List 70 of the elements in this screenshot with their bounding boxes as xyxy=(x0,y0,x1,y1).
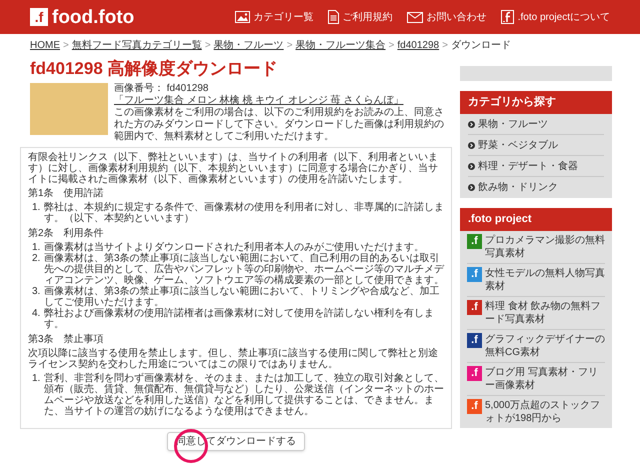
nav-link[interactable]: カテゴリー覧 xyxy=(234,10,314,24)
breadcrumb-separator: > xyxy=(442,38,448,52)
f-logo-badge: .f xyxy=(467,300,482,315)
breadcrumb-separator: > xyxy=(388,38,394,52)
project-link[interactable]: .f プロカメラマン撮影の無料写真素材 xyxy=(467,231,605,264)
project-link[interactable]: .f 5,000万点超のストックフォトが198円から xyxy=(467,396,605,428)
project-label: 5,000万点超のストックフォトが198円から xyxy=(485,399,602,425)
project-link[interactable]: .f 女性モデルの無料人物写真素材 xyxy=(467,264,605,297)
terms-paragraph: 有限会社リンクス（以下、弊社といいます）は、当サイトの利用者（以下、利用者といいます）に対し、画像素材利用規約（以下、本規約といいます）に同意する場合にかぎり、当サイトに掲載された画像素材（以下、画像素材といいます）の使用を許諾いたします。 xyxy=(28,152,439,185)
category-link[interactable]: 飲み物・ドリンク xyxy=(468,177,604,198)
terms-list-item: 画像素材は、第3条の禁止事項に該当しない範囲において、トリミングや合成など、加工してご使用いただけます。 xyxy=(44,286,441,308)
category-link[interactable]: 野菜・ベジタブル xyxy=(468,135,604,156)
project-label: ブログ用 写真素材・フリー画像素材 xyxy=(485,366,599,392)
page-title: fd401298 高解像度ダウンロード xyxy=(29,58,278,80)
document-icon xyxy=(328,10,339,24)
mail-icon xyxy=(406,12,423,22)
chevron-circle-icon xyxy=(468,184,475,191)
nav-link[interactable]: .foto projectについて xyxy=(500,10,610,24)
project-heading: .foto project xyxy=(460,208,612,231)
project-label: 女性モデルの無料人物写真素材 xyxy=(485,267,605,293)
logo-text[interactable]: food.foto xyxy=(52,8,134,26)
terms-paragraph: 次項以降に該当する使用を禁止します。但し、禁止事項に該当する使用に関して弊社と別途ライセンス契約を交わした用途についてはこの限りではありません。 xyxy=(28,348,439,370)
breadcrumb-separator: > xyxy=(63,38,69,52)
terms-list-item: 弊社は、本規約に規定する条件で、画像素材の使用を利用者に対し、非専属的に許諾します。（以下、本契約といいます） xyxy=(44,202,444,224)
list-number: 3. xyxy=(32,286,42,299)
f-logo-icon xyxy=(500,10,514,24)
list-number: 1. xyxy=(32,373,42,386)
f-logo-badge: .f xyxy=(467,234,482,249)
category-link[interactable]: 料理・デザート・食器 xyxy=(468,156,604,177)
f-logo-badge: .f xyxy=(467,267,482,282)
breadcrumb-link[interactable]: 果物・フルーツ xyxy=(214,38,284,52)
terms-heading: 第2条 利用条件 xyxy=(28,228,105,239)
breadcrumb-separator: > xyxy=(204,38,211,52)
list-number: 1. xyxy=(32,202,42,215)
chevron-circle-icon xyxy=(468,120,475,128)
project-label: グラフィックデザイナーの無料CG素材 xyxy=(485,333,605,359)
terms-list-item: 営利、非営利を問わず画像素材を、そのまま、または加工して、独立の取引対象として、頒布（販売、賃貸、無償配布、無償貸与など）したり、公衆送信（インターネットのホームページや放送などを利用した送信）などを利用して提供することは、できません。また、当サイトの運営の妨げになるような使用はできません。 xyxy=(44,373,444,417)
logo-mark[interactable]: .f xyxy=(30,8,48,26)
project-link[interactable]: .f 料理 食材 飲み物の無料フード写真素材 xyxy=(467,297,605,330)
breadcrumb-link[interactable]: fd401298 xyxy=(397,38,440,52)
terms-list-item: 弊社および画像素材の使用許諾権者は画像素材に対して使用を許諾しない権利を有します。 xyxy=(44,308,435,330)
chevron-circle-icon xyxy=(468,142,475,148)
breadcrumb-link[interactable]: HOME xyxy=(30,38,60,52)
list-number: 1. xyxy=(32,242,42,253)
list-number: 2. xyxy=(32,253,42,266)
project-link[interactable]: .f グラフィックデザイナーの無料CG素材 xyxy=(467,330,605,363)
f-logo-badge: .f xyxy=(467,366,482,381)
image-number: 画像番号： fd401298 xyxy=(114,83,210,94)
project-link[interactable]: .f ブログ用 写真素材・フリー画像素材 xyxy=(467,363,605,396)
project-label: 料理 食材 飲み物の無料フード写真素材 xyxy=(485,300,602,326)
terms-heading: 第1条 使用許諾 xyxy=(28,188,105,199)
terms-list-item: 画像素材は、第3条の禁止事項に該当しない範囲において、自己利用の目的あるいは取引先への提供目的として、広告やパンフレット等の印刷物や、ホームページ等のマルチメディアコンテンツ、映像、ゲーム、ソフトウエア等の構成要素の一部として使用できます。 xyxy=(44,253,444,286)
chevron-circle-icon xyxy=(468,162,475,170)
breadcrumb-current: ダウンロード xyxy=(450,38,511,52)
list-number: 4. xyxy=(32,308,42,321)
download-description: この画像素材をご利用の場合は、以下のご利用規約をお読みの上、同意された方のみダウンロードして下さい。ダウンロードした画像は利用規約の範囲内で、無料素材としてご利用いただけます。 xyxy=(114,107,445,143)
f-logo-badge: .f xyxy=(467,333,482,348)
f-logo-badge: .f xyxy=(467,399,482,414)
category-heading: カテゴリから探す xyxy=(460,91,612,114)
project-label: プロカメラマン撮影の無料写真素材 xyxy=(485,234,605,260)
terms-heading: 第3条 禁止事項 xyxy=(28,334,105,345)
category-link[interactable]: 果物・フルーツ xyxy=(468,114,604,135)
breadcrumb-link[interactable]: 無料フード写真カテゴリー覧 xyxy=(72,38,202,52)
breadcrumb-separator: > xyxy=(286,38,293,52)
terms-list-item: 画像素材は当サイトよりダウンロードされた利用者本人のみがご使用いただけます。 xyxy=(44,242,424,253)
nav-link[interactable]: ご利用規約 xyxy=(328,10,393,24)
image-icon xyxy=(234,11,250,23)
nav-link[interactable]: お問い合わせ xyxy=(406,10,487,24)
image-caption-link[interactable]: 「フルーツ集合 メロン 林檎 桃 キウイ オレンジ 苺 さくらんぼ」 xyxy=(114,95,452,107)
breadcrumb-link[interactable]: 果物・フルーツ集合 xyxy=(296,38,386,52)
